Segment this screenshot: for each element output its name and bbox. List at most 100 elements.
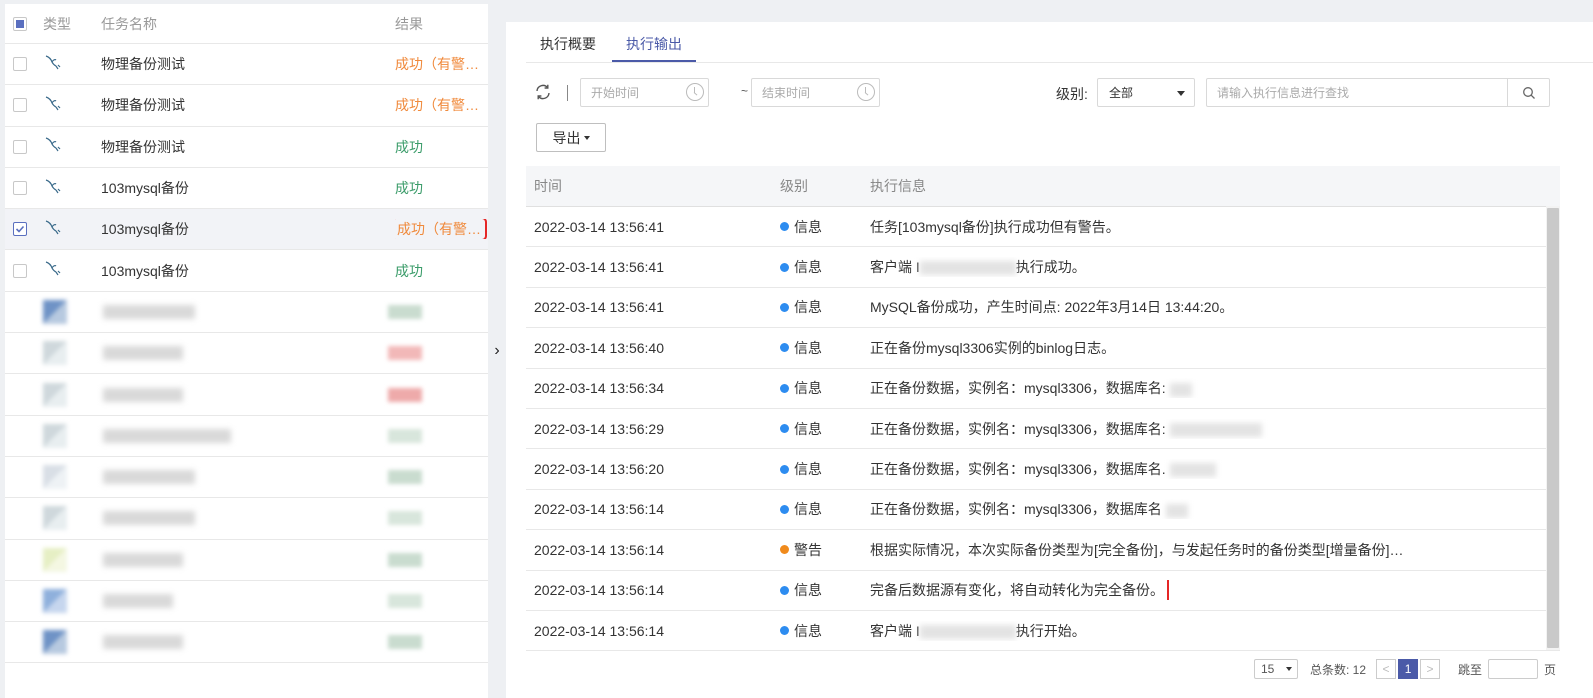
task-row[interactable]: 物理备份测试 成功 — [5, 127, 488, 168]
task-row-redacted[interactable] — [5, 333, 488, 375]
log-time: 2022-03-14 13:56:20 — [534, 461, 664, 478]
scrollbar-thumb[interactable] — [1547, 208, 1559, 648]
task-result: 成功 — [395, 262, 423, 279]
level-dot-icon — [780, 464, 789, 474]
export-button[interactable]: 导出 — [536, 123, 606, 152]
row-checkbox[interactable] — [13, 139, 27, 154]
redacted-result — [388, 470, 422, 485]
task-name: 103mysql备份 — [101, 262, 189, 279]
task-name: 物理备份测试 — [101, 138, 185, 155]
log-level: 信息 — [794, 461, 822, 478]
task-row-redacted[interactable] — [5, 622, 488, 664]
task-result: 成功（有警… — [395, 97, 479, 114]
output-row[interactable]: 2022-03-14 13:56:40 信息 正在备份mysql3306实例的bin… — [526, 328, 1560, 369]
task-row-redacted[interactable] — [5, 416, 488, 457]
tab-output[interactable]: 执行输出 — [612, 34, 696, 62]
start-time-input[interactable]: 开始时间 — [580, 78, 709, 107]
level-dot-icon — [780, 585, 789, 595]
tab-summary[interactable]: 执行概要 — [540, 34, 596, 62]
jump-page-input[interactable] — [1488, 659, 1539, 679]
output-row[interactable]: 2022-03-14 13:56:41 信息 客户端 I 执行成功。 — [526, 247, 1560, 288]
log-level: 信息 — [794, 380, 822, 397]
output-row[interactable]: 2022-03-14 13:56:34 信息 正在备份数据，实例名：mysql330… — [526, 369, 1560, 409]
page-size-select[interactable]: 15 — [1254, 659, 1298, 679]
task-row[interactable]: 物理备份测试 成功（有警… — [5, 44, 488, 86]
level-dot-icon — [780, 343, 789, 353]
row-checkbox[interactable] — [13, 222, 27, 237]
output-row[interactable]: 2022-03-14 13:56:41 信息 MySQL备份成功，产生时间点: 20… — [526, 288, 1560, 329]
jump-label: 跳至 — [1458, 662, 1483, 677]
redacted-result — [388, 387, 422, 402]
type-icon — [43, 589, 67, 613]
row-checkbox[interactable] — [13, 263, 27, 278]
export-label: 导出 — [552, 129, 581, 146]
task-table-header: 类型 任务名称 结果 — [5, 4, 488, 44]
select-all-checkbox[interactable] — [13, 16, 27, 31]
log-level: 信息 — [794, 420, 822, 437]
grid-scrollbar[interactable] — [1546, 206, 1560, 650]
next-page-button[interactable]: > — [1420, 659, 1441, 679]
task-row-redacted[interactable] — [5, 457, 488, 499]
col-level-header: 级别 — [780, 178, 808, 194]
log-time: 2022-03-14 13:56:14 — [534, 622, 664, 639]
start-time-placeholder: 开始时间 — [591, 86, 640, 100]
log-time: 2022-03-14 13:56:34 — [534, 380, 664, 397]
row-checkbox[interactable] — [13, 181, 27, 196]
level-select[interactable]: 全部 — [1097, 78, 1195, 107]
collapse-panel-toggle[interactable]: › — [488, 4, 506, 698]
log-time: 2022-03-14 13:56:41 — [534, 259, 664, 276]
task-name: 103mysql备份 — [101, 221, 189, 238]
level-label: 级别: — [1056, 86, 1088, 102]
chevron-right-icon: › — [494, 342, 500, 359]
output-row[interactable]: 2022-03-14 13:56:20 信息 正在备份数据，实例名：mysql330… — [526, 449, 1560, 490]
output-row[interactable]: 2022-03-14 13:56:29 信息 正在备份数据，实例名：mysql330… — [526, 409, 1560, 450]
row-checkbox[interactable] — [13, 98, 27, 113]
task-row-redacted[interactable] — [5, 581, 488, 623]
page-1-button[interactable]: 1 — [1398, 659, 1419, 679]
end-time-input[interactable]: 结束时间 — [751, 78, 880, 107]
log-level: 信息 — [794, 622, 822, 639]
redacted-name — [103, 511, 195, 526]
type-icon — [43, 547, 67, 572]
task-row[interactable]: 103mysql备份 成功 — [5, 250, 488, 292]
redacted-result — [388, 635, 422, 650]
task-result: 成功 — [395, 138, 423, 155]
task-name: 物理备份测试 — [101, 97, 185, 114]
prev-page-button[interactable]: < — [1376, 659, 1397, 679]
message-text: 任务[103mysql备份]执行成功但有警告。 — [870, 218, 1120, 235]
page-unit-label: 页 — [1544, 662, 1557, 677]
log-time: 2022-03-14 13:56:14 — [534, 582, 664, 599]
output-row[interactable]: 2022-03-14 13:56:14 警告 根据实际情况，本次实际备份类型为[完全… — [526, 530, 1560, 571]
task-row-redacted[interactable] — [5, 292, 488, 334]
search-button[interactable] — [1507, 79, 1549, 106]
level-dot-icon — [780, 424, 789, 434]
task-row-redacted[interactable] — [5, 374, 488, 416]
search-input[interactable]: 请输入执行信息进行查找 — [1206, 78, 1550, 107]
level-dot-icon — [780, 302, 789, 312]
task-row[interactable]: 103mysql备份 成功 — [5, 168, 488, 210]
redacted-name — [103, 346, 183, 361]
redacted-name — [103, 470, 195, 485]
refresh-icon[interactable] — [534, 83, 554, 103]
message-text-suffix: 执行开始。 — [1015, 622, 1086, 639]
output-grid: 时间 级别 执行信息 2022-03-14 13:56:41 信息 任务[103my… — [526, 166, 1560, 652]
search-icon — [1522, 86, 1535, 99]
redacted-name — [103, 594, 173, 608]
output-row[interactable]: 2022-03-14 13:56:14 信息 客户端 I 执行开始。 — [526, 611, 1560, 652]
output-row[interactable]: 2022-03-14 13:56:14 信息 正在备份数据，实例名：mysql330… — [526, 490, 1560, 531]
redacted-db-name — [1169, 422, 1262, 437]
task-row-redacted[interactable] — [5, 540, 488, 581]
task-row[interactable]: 103mysql备份 成功（有警… — [5, 209, 488, 251]
output-row[interactable]: 2022-03-14 13:56:41 信息 任务[103mysql备份]执行成功但… — [526, 207, 1560, 248]
log-time: 2022-03-14 13:56:14 — [534, 501, 664, 518]
type-icon — [43, 506, 67, 531]
row-checkbox[interactable] — [13, 57, 27, 72]
task-row-redacted[interactable] — [5, 498, 488, 540]
clock-icon — [857, 83, 875, 101]
output-row[interactable]: 2022-03-14 13:56:14 信息 完备后数据源有变化，将自动转化为完全备… — [526, 571, 1560, 611]
task-row[interactable]: 物理备份测试 成功（有警… — [5, 85, 488, 127]
redacted-result — [388, 346, 422, 361]
type-icon — [43, 341, 67, 366]
col-type-header: 类型 — [43, 15, 71, 32]
message-text: 正在备份数据，实例名：mysql3306，数据库名. — [870, 461, 1166, 478]
